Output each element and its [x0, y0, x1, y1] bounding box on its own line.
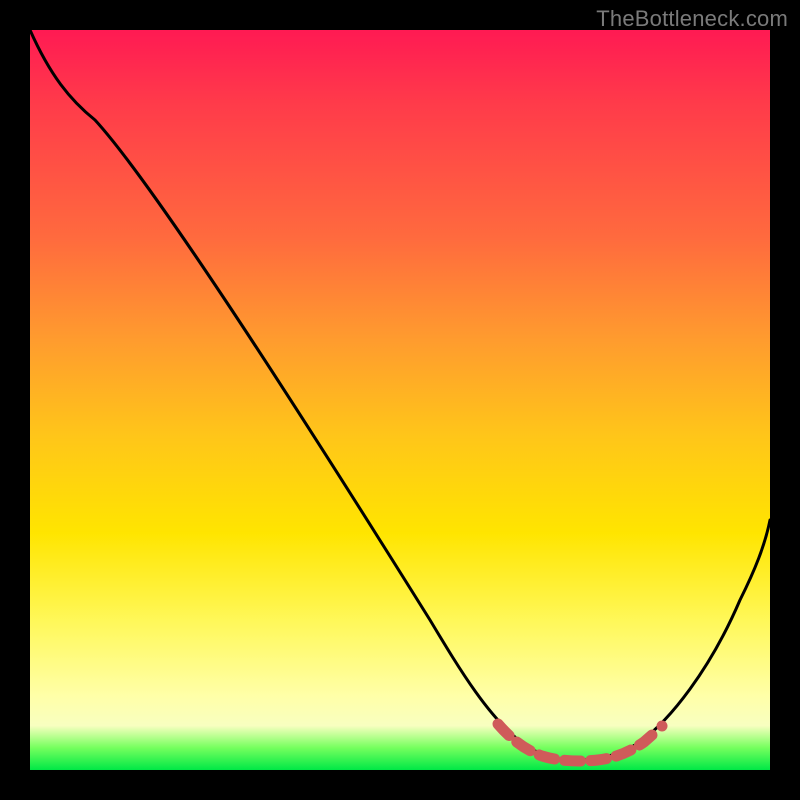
chart-svg	[30, 30, 770, 770]
highlight-dot-right	[657, 721, 668, 732]
bottleneck-curve-path	[30, 30, 770, 760]
highlight-band-path	[498, 724, 652, 761]
watermark-text: TheBottleneck.com	[596, 6, 788, 32]
outer-frame: TheBottleneck.com	[0, 0, 800, 800]
chart-area	[30, 30, 770, 770]
